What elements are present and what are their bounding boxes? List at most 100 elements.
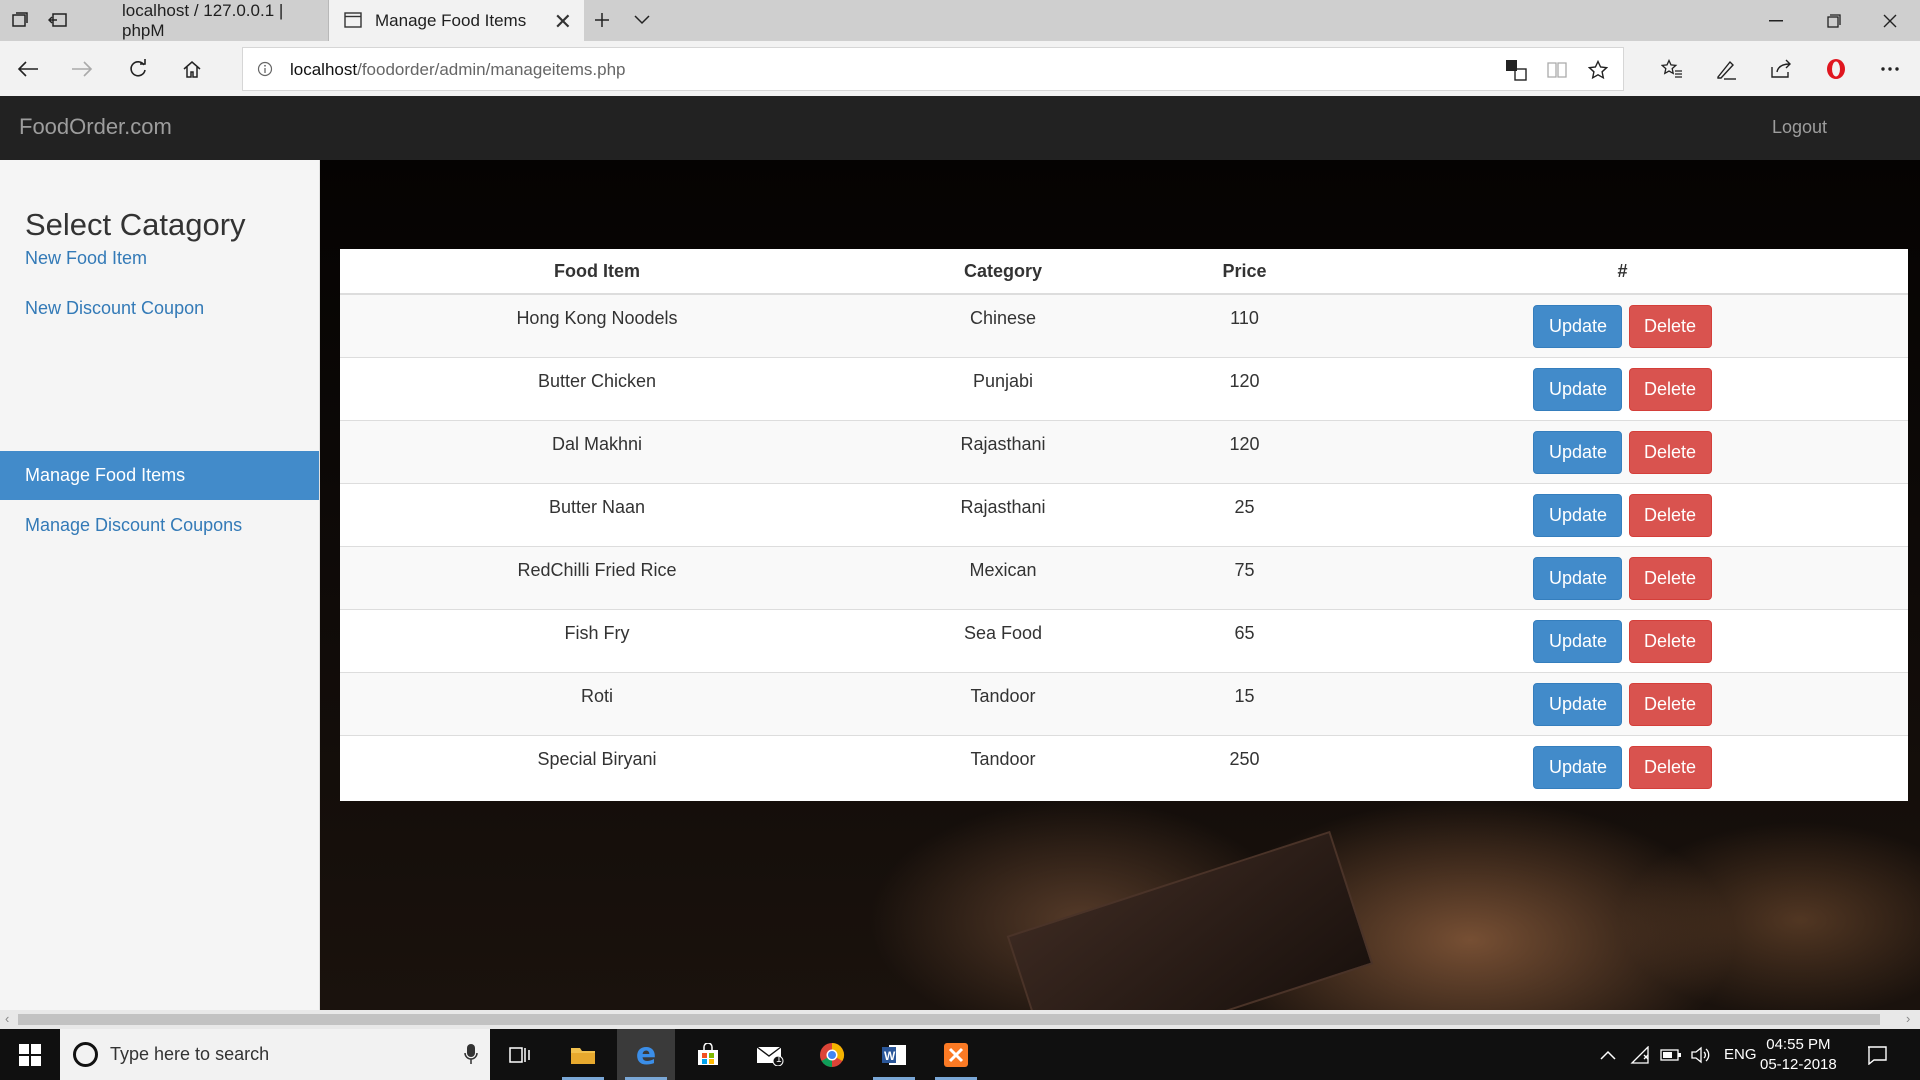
cell-food-item: Fish Fry: [340, 608, 854, 672]
home-icon[interactable]: [178, 55, 206, 83]
more-options-icon[interactable]: [1876, 55, 1904, 83]
new-tab-icon[interactable]: [590, 8, 614, 32]
favorites-hub-icon[interactable]: [1658, 55, 1686, 83]
cell-food-item: Roti: [340, 671, 854, 735]
cell-actions: Update Delete: [1337, 734, 1908, 798]
tab-preview-chevron-down-icon[interactable]: [630, 8, 654, 32]
tab-manage-food-items[interactable]: Manage Food Items ✕: [329, 0, 584, 41]
browser-tab-bar: localhost / 127.0.0.1 | phpM Manage Food…: [0, 0, 1920, 41]
table-row: Dal Makhni Rajasthani 120 Update Delete: [340, 419, 1908, 483]
tab-label: Manage Food Items: [375, 10, 527, 30]
scroll-left-arrow-icon[interactable]: ‹: [5, 1011, 9, 1026]
tab-actions-icon[interactable]: [8, 8, 32, 32]
sidebar: Select Catagory New Food Item New Discou…: [0, 160, 320, 1010]
cell-food-item: Dal Makhni: [340, 419, 854, 483]
cell-price: 120: [1152, 419, 1337, 483]
task-view-icon[interactable]: [491, 1029, 549, 1080]
action-center-icon[interactable]: [1866, 1029, 1888, 1080]
input-language[interactable]: ENG: [1724, 1029, 1757, 1080]
update-button[interactable]: Update: [1533, 556, 1623, 600]
close-window-icon[interactable]: [1862, 0, 1918, 41]
clock-time: 04:55 PM: [1766, 1036, 1831, 1053]
network-icon[interactable]: [1630, 1029, 1650, 1080]
table-row: Butter Naan Rajasthani 25 Update Delete: [340, 482, 1908, 546]
delete-button[interactable]: Delete: [1628, 745, 1712, 789]
translate-icon[interactable]: [1505, 59, 1527, 81]
delete-button[interactable]: Delete: [1628, 682, 1712, 726]
cell-category: Sea Food: [854, 608, 1152, 672]
word-icon[interactable]: W: [865, 1029, 923, 1080]
header-category: Category: [854, 249, 1152, 295]
file-explorer-icon[interactable]: [554, 1029, 612, 1080]
table-row: Roti Tandoor 15 Update Delete: [340, 671, 1908, 735]
sidebar-item-new-discount-coupon[interactable]: New Discount Coupon: [0, 284, 319, 333]
windows-start-icon[interactable]: [0, 1029, 60, 1080]
cell-price: 250: [1152, 734, 1337, 798]
scroll-right-arrow-icon[interactable]: ›: [1906, 1011, 1910, 1026]
web-note-pen-icon[interactable]: [1712, 55, 1740, 83]
delete-button[interactable]: Delete: [1628, 430, 1712, 474]
microsoft-store-icon[interactable]: [679, 1029, 737, 1080]
battery-icon[interactable]: [1660, 1029, 1682, 1080]
top-navbar: FoodOrder.com Logout: [0, 96, 1920, 160]
update-button[interactable]: Update: [1533, 430, 1623, 474]
horizontal-scrollbar[interactable]: ‹ ›: [0, 1010, 1920, 1029]
update-button[interactable]: Update: [1533, 682, 1623, 726]
restore-icon[interactable]: [1806, 0, 1862, 41]
sidebar-item-new-food-item[interactable]: New Food Item: [0, 234, 319, 283]
scrollbar-thumb[interactable]: [18, 1014, 1880, 1025]
update-button[interactable]: Update: [1533, 493, 1623, 537]
cell-actions: Update Delete: [1337, 671, 1908, 735]
edge-e-glyph: e: [635, 1037, 657, 1072]
cell-category: Tandoor: [854, 671, 1152, 735]
set-tabs-aside-icon[interactable]: [46, 8, 70, 32]
share-icon[interactable]: [1767, 55, 1795, 83]
update-button[interactable]: Update: [1533, 745, 1623, 789]
chocolate-block-graphic: [1006, 830, 1374, 1010]
delete-button[interactable]: Delete: [1628, 305, 1712, 348]
header-actions: #: [1337, 249, 1908, 295]
refresh-icon[interactable]: [124, 55, 152, 83]
update-button[interactable]: Update: [1533, 305, 1623, 348]
browser-toolbar: localhost/foodorder/admin/manageitems.ph…: [0, 41, 1920, 96]
update-button[interactable]: Update: [1533, 367, 1623, 411]
web-page: FoodOrder.com Logout Select Catagory New…: [0, 96, 1920, 1010]
delete-button[interactable]: Delete: [1628, 556, 1712, 600]
cell-price: 110: [1152, 293, 1337, 357]
close-tab-icon[interactable]: ✕: [554, 9, 572, 35]
edge-browser-icon[interactable]: e: [617, 1029, 675, 1080]
reading-view-icon[interactable]: [1546, 59, 1568, 81]
tab-phpmyadmin[interactable]: localhost / 127.0.0.1 | phpM: [82, 0, 329, 41]
table-row: Fish Fry Sea Food 65 Update Delete: [340, 608, 1908, 672]
taskbar-search-box[interactable]: Type here to search: [60, 1029, 490, 1080]
sidebar-item-manage-discount-coupons[interactable]: Manage Discount Coupons: [0, 501, 319, 550]
opera-extension-icon[interactable]: [1822, 55, 1850, 83]
volume-icon[interactable]: [1690, 1029, 1710, 1080]
svg-text:W: W: [884, 1049, 896, 1063]
clock-date: 05-12-2018: [1760, 1056, 1837, 1073]
mail-icon[interactable]: 1: [741, 1029, 799, 1080]
logout-link[interactable]: Logout: [1772, 117, 1827, 138]
cell-food-item: Butter Chicken: [340, 356, 854, 420]
show-hidden-icons-chevron-up-icon[interactable]: [1600, 1029, 1616, 1080]
delete-button[interactable]: Delete: [1628, 619, 1712, 663]
favorite-star-icon[interactable]: [1587, 59, 1609, 81]
xampp-icon[interactable]: [927, 1029, 985, 1080]
microphone-icon[interactable]: [464, 1043, 478, 1070]
forward-arrow-icon[interactable]: [68, 55, 96, 83]
chrome-icon[interactable]: [803, 1029, 861, 1080]
info-icon[interactable]: [257, 61, 273, 82]
system-clock[interactable]: 04:55 PM 05-12-2018: [1760, 1035, 1837, 1075]
delete-button[interactable]: Delete: [1628, 493, 1712, 537]
update-button[interactable]: Update: [1533, 619, 1623, 663]
sidebar-item-manage-food-items[interactable]: Manage Food Items: [0, 451, 319, 500]
cell-food-item: Special Biryani: [340, 734, 854, 798]
cell-actions: Update Delete: [1337, 356, 1908, 420]
address-bar[interactable]: localhost/foodorder/admin/manageitems.ph…: [242, 47, 1624, 91]
cell-price: 25: [1152, 482, 1337, 546]
minimize-icon[interactable]: [1748, 0, 1804, 41]
back-arrow-icon[interactable]: [14, 55, 42, 83]
delete-button[interactable]: Delete: [1628, 367, 1712, 411]
food-items-table: Food Item Category Price # Hong Kong Noo…: [340, 249, 1908, 798]
brand-link[interactable]: FoodOrder.com: [19, 114, 172, 140]
